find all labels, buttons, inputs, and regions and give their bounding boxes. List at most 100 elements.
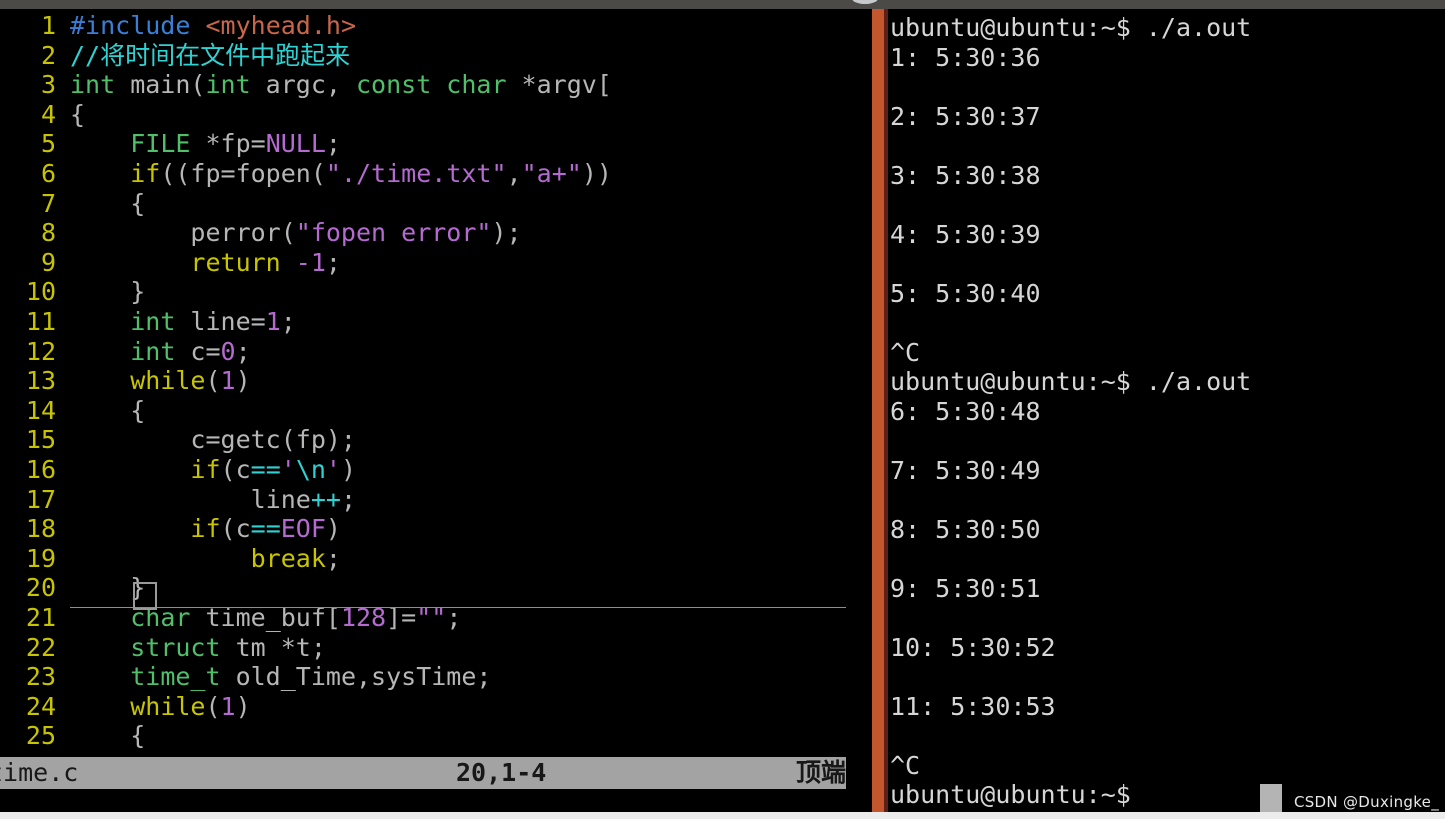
code-line[interactable]: 23 time_t old_Time,sysTime; [0, 662, 872, 692]
terminal-line: 4: 5:30:39 [890, 219, 1041, 249]
terminal-pane[interactable]: ubuntu@ubuntu:~$ ./a.out 1: 5:30:36 2: 5:3… [888, 9, 1445, 812]
code-line[interactable]: 25 { [0, 721, 872, 751]
line-number: 5 [40, 129, 56, 159]
line-number: 19 [25, 543, 56, 573]
terminal-line: 5: 5:30:40 [890, 278, 1041, 308]
code-token: "fopen error" [295, 218, 492, 248]
status-cursor-position: 20,1-4 [456, 758, 547, 787]
code-token: 1 [220, 366, 236, 396]
code-token: )) [581, 159, 612, 188]
code-token: { [70, 721, 146, 751]
code-line[interactable]: 5 FILE *fp=NULL; [0, 129, 872, 159]
line-content: FILE *fp=NULL; [56, 129, 341, 158]
code-token: int [70, 70, 116, 100]
vim-editor-pane[interactable]: 1 #include <myhead.h> 2//将时间在文件中跑起来 3 int ma… [0, 9, 872, 812]
code-token: ( [205, 366, 221, 396]
code-token: "./time.txt" [325, 159, 507, 188]
vim-status-line: time.c 20,1-4 顶端 [0, 757, 846, 789]
line-number: 4 [40, 99, 56, 129]
status-filename: time.c [0, 758, 79, 787]
code-line[interactable]: 2 //将时间在文件中跑起来 [0, 41, 872, 71]
code-token: 0 [220, 336, 236, 366]
code-token: int [205, 70, 251, 100]
code-line[interactable]: 15 c=getc(fp); [0, 425, 872, 455]
code-token: while [130, 691, 206, 721]
code-line[interactable]: 1 #include <myhead.h> [0, 11, 872, 41]
terminal-line: 1: 5:30:36 [890, 42, 1041, 72]
line-number: 3 [40, 70, 56, 100]
code-token: return [190, 247, 281, 277]
code-token: ; [340, 484, 356, 514]
line-content: return -1; [56, 248, 341, 277]
terminal-cursor [1260, 784, 1282, 812]
terminal-line: 3: 5:30:38 [890, 160, 1041, 190]
code-token: int [130, 336, 176, 366]
line-content: //将时间在文件中跑起来 [56, 41, 350, 70]
terminal-line: ubuntu@ubuntu:~$ ./a.out [890, 367, 1252, 396]
code-token: c= [175, 336, 221, 366]
code-line[interactable]: 12 int c=0; [0, 337, 872, 367]
code-line[interactable]: 18 if(c==EOF) [0, 514, 872, 544]
line-number: 6 [40, 159, 56, 188]
code-line[interactable]: 24 while(1) [0, 692, 872, 722]
line-number: 13 [25, 366, 56, 396]
code-area[interactable]: 1 #include <myhead.h> 2//将时间在文件中跑起来 3 int ma… [0, 9, 872, 754]
line-number: 15 [25, 425, 56, 455]
code-token: ) [340, 455, 357, 484]
code-token: #include [70, 11, 191, 40]
line-content: time_t old_Time,sysTime; [56, 662, 491, 691]
code-token: perror( [70, 218, 296, 248]
code-line[interactable]: 6 if((fp=fopen("./time.txt","a+")) [0, 159, 872, 189]
line-number: 10 [25, 277, 56, 307]
code-token: ) [235, 366, 251, 396]
code-line[interactable]: 7 { [0, 189, 872, 219]
line-content: while(1) [56, 366, 251, 396]
code-token: { [70, 395, 146, 425]
code-line[interactable]: 13 while(1) [0, 366, 872, 396]
status-scroll-position: 顶端 [795, 758, 846, 787]
cursor-line-highlight [70, 607, 846, 608]
pane-divider[interactable] [872, 9, 884, 812]
line-content: } [56, 573, 145, 602]
code-line[interactable]: 3 int main(int argc, const char *argv[ [0, 70, 872, 100]
code-line[interactable]: 19 break; [0, 544, 872, 574]
code-line[interactable]: 10 } [0, 277, 872, 307]
code-token: \n [295, 455, 326, 484]
code-line[interactable]: 9 return -1; [0, 248, 872, 278]
code-token: (c [220, 514, 251, 544]
terminal-line: 8: 5:30:50 [890, 514, 1041, 544]
code-token: ' [325, 455, 341, 484]
code-token: "a+" [521, 159, 582, 188]
code-token: struct [130, 632, 221, 662]
line-content: perror("fopen error"); [56, 218, 521, 248]
code-line[interactable]: 14 { [0, 396, 872, 426]
code-line[interactable]: 22 struct tm *t; [0, 633, 872, 663]
line-content: { [56, 721, 145, 750]
code-line[interactable]: 11 int line=1; [0, 307, 872, 337]
code-line[interactable]: 8 perror("fopen error"); [0, 218, 872, 248]
code-line[interactable]: 16 if(c=='\n') [0, 455, 872, 485]
line-number: 8 [40, 218, 56, 248]
line-number: 7 [40, 188, 56, 218]
code-token: ; [280, 307, 296, 336]
code-line[interactable]: 4{ [0, 100, 872, 130]
code-token: <myhead.h> [205, 11, 356, 40]
code-token: (c [220, 455, 251, 484]
line-number: 20 [25, 573, 56, 603]
code-token: FILE [130, 129, 191, 159]
terminal-line: 2: 5:30:37 [890, 101, 1041, 131]
code-token: int [130, 307, 176, 336]
code-line[interactable]: 20 } [0, 573, 872, 603]
code-line[interactable]: 17 line++; [0, 485, 872, 515]
code-token: argc, [250, 70, 356, 100]
code-token: main( [115, 70, 206, 100]
